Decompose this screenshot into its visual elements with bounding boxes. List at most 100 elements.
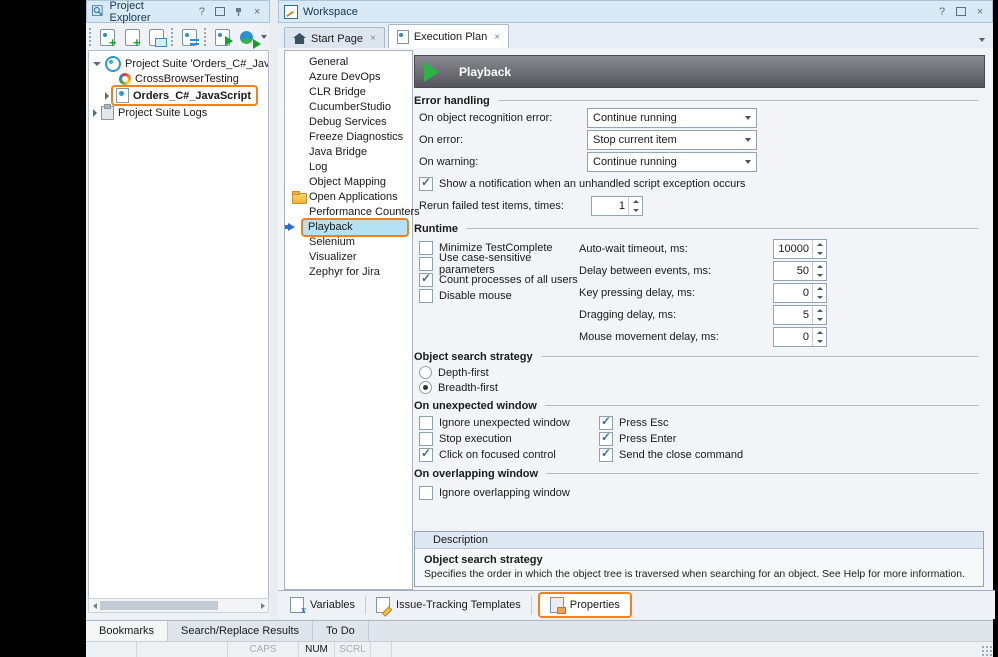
run-project-button[interactable]	[237, 26, 257, 48]
list-item[interactable]: Visualizer	[285, 250, 412, 265]
scroll-left-icon[interactable]	[89, 603, 100, 609]
spinner-buttons[interactable]	[628, 197, 642, 215]
list-item[interactable]: Log	[285, 160, 412, 175]
maximize-icon[interactable]	[954, 5, 968, 19]
tab-search-replace-results[interactable]: Search/Replace Results	[168, 621, 313, 641]
auto-wait-timeout-spinner[interactable]: 10000	[773, 239, 827, 259]
tree-item-project[interactable]: Orders_C#_JavaScript	[89, 86, 268, 105]
selected-project-highlight[interactable]: Orders_C#_JavaScript	[113, 87, 256, 104]
tree-item-label: Project Suite Logs	[118, 107, 207, 119]
horizontal-scrollbar[interactable]	[88, 598, 269, 613]
combobox-dropdown-icon[interactable]	[740, 132, 755, 148]
tab-to-do[interactable]: To Do	[313, 621, 369, 641]
rerun-times-spinner[interactable]: 1	[591, 196, 643, 216]
tree-item-crossbrowsertesting[interactable]: CrossBrowserTesting	[89, 71, 268, 86]
ignore-overlapping-window-checkbox[interactable]	[419, 486, 433, 500]
list-item[interactable]: CLR Bridge	[285, 85, 412, 100]
maximize-icon[interactable]	[214, 5, 228, 19]
show-notification-checkbox[interactable]	[419, 177, 433, 191]
press-enter-checkbox[interactable]	[599, 432, 613, 446]
list-item[interactable]: Zephyr for Jira	[285, 265, 412, 280]
status-cell	[371, 642, 392, 657]
execution-plan-button[interactable]	[179, 26, 199, 48]
depth-first-radio[interactable]	[419, 366, 432, 379]
close-tab-icon[interactable]: ×	[494, 32, 500, 43]
tab-bookmarks[interactable]: Bookmarks	[86, 621, 168, 641]
new-project-button[interactable]: +	[122, 26, 142, 48]
list-item[interactable]: Azure DevOps	[285, 70, 412, 85]
disable-mouse-checkbox[interactable]	[419, 289, 433, 303]
chevron-right-icon[interactable]	[105, 92, 109, 100]
count-processes-checkbox[interactable]	[419, 273, 433, 287]
spinner-buttons[interactable]	[812, 240, 826, 258]
scrollbar-thumb[interactable]	[100, 601, 218, 610]
list-item[interactable]: General	[285, 55, 412, 70]
pin-icon[interactable]	[232, 5, 246, 19]
runtime-checkboxes: Minimize TestComplete Use case-sensitive…	[419, 238, 579, 348]
list-item-open-applications[interactable]: Open Applications	[285, 190, 412, 205]
stop-execution-checkbox[interactable]	[419, 432, 433, 446]
open-file-button[interactable]	[146, 26, 166, 48]
list-item[interactable]: Performance Counters	[285, 205, 412, 220]
run-project-suite-button[interactable]	[212, 26, 232, 48]
delay-between-events-spinner[interactable]: 50	[773, 261, 827, 281]
run-dropdown-icon[interactable]	[261, 35, 267, 39]
tab-properties[interactable]: Properties	[540, 594, 630, 616]
chevron-right-icon[interactable]	[93, 109, 97, 117]
press-esc-checkbox[interactable]	[599, 416, 613, 430]
minimize-testcomplete-checkbox[interactable]	[419, 241, 433, 255]
ignore-unexpected-window-checkbox[interactable]	[419, 416, 433, 430]
checkbox-label: Ignore unexpected window	[439, 417, 570, 429]
send-close-command-checkbox[interactable]	[599, 448, 613, 462]
status-bar: CAPS NUM SCRL	[86, 641, 993, 657]
spinner-buttons[interactable]	[812, 306, 826, 324]
resize-grip[interactable]	[980, 644, 993, 657]
toolbar-grip[interactable]	[89, 28, 93, 46]
on-object-recognition-error-combobox[interactable]: Continue running	[587, 108, 757, 128]
tab-execution-plan[interactable]: Execution Plan ×	[388, 24, 509, 50]
help-icon[interactable]: ?	[195, 5, 209, 19]
list-item-playback-selected[interactable]: Playback	[303, 220, 407, 235]
variables-icon	[290, 597, 304, 613]
close-tab-icon[interactable]: ×	[370, 33, 376, 44]
dragging-delay-spinner[interactable]: 5	[773, 305, 827, 325]
spin-field-row: Auto-wait timeout, ms: 10000	[579, 238, 827, 260]
key-pressing-delay-spinner[interactable]: 0	[773, 283, 827, 303]
on-warning-combobox[interactable]: Continue running	[587, 152, 757, 172]
spinner-value: 10000	[774, 243, 812, 255]
breadth-first-radio[interactable]	[419, 381, 432, 394]
mouse-movement-delay-spinner[interactable]: 0	[773, 327, 827, 347]
on-error-combobox[interactable]: Stop current item	[587, 130, 757, 150]
tab-start-page[interactable]: Start Page ×	[284, 27, 385, 49]
spinner-buttons[interactable]	[812, 284, 826, 302]
list-item[interactable]: Java Bridge	[285, 145, 412, 160]
spinner-buttons[interactable]	[812, 328, 826, 346]
case-sensitive-parameters-checkbox[interactable]	[419, 257, 433, 271]
tab-variables[interactable]: Variables	[280, 594, 365, 616]
scroll-right-icon[interactable]	[257, 603, 268, 609]
checkbox-row: Count processes of all users	[419, 272, 579, 288]
new-project-suite-button[interactable]: +	[98, 26, 118, 48]
tab-issue-tracking-templates[interactable]: Issue-Tracking Templates	[366, 594, 531, 616]
list-item[interactable]: Selenium	[285, 235, 412, 250]
list-item[interactable]: CucumberStudio	[285, 100, 412, 115]
close-icon[interactable]: ×	[251, 5, 265, 19]
help-icon[interactable]: ?	[935, 5, 949, 19]
tab-list-dropdown-icon[interactable]	[979, 38, 985, 42]
runtime-body: Minimize TestComplete Use case-sensitive…	[411, 238, 989, 348]
list-item[interactable]: Freeze Diagnostics	[285, 130, 412, 145]
field-label: Key pressing delay, ms:	[579, 287, 773, 299]
combobox-dropdown-icon[interactable]	[740, 110, 755, 126]
checkbox-row: Press Enter	[599, 431, 743, 447]
radio-row: Breadth-first	[411, 380, 989, 395]
list-item[interactable]: Debug Services	[285, 115, 412, 130]
tree-item-project-suite[interactable]: Project Suite 'Orders_C#_JavaScript' (1	[89, 56, 268, 71]
spinner-buttons[interactable]	[812, 262, 826, 280]
click-on-focused-control-checkbox[interactable]	[419, 448, 433, 462]
combobox-dropdown-icon[interactable]	[740, 154, 755, 170]
list-item[interactable]: Object Mapping	[285, 175, 412, 190]
close-icon[interactable]: ×	[973, 5, 987, 19]
chevron-down-icon[interactable]	[93, 62, 101, 66]
tree-item-project-suite-logs[interactable]: Project Suite Logs	[89, 105, 268, 120]
folder-icon	[292, 193, 307, 204]
